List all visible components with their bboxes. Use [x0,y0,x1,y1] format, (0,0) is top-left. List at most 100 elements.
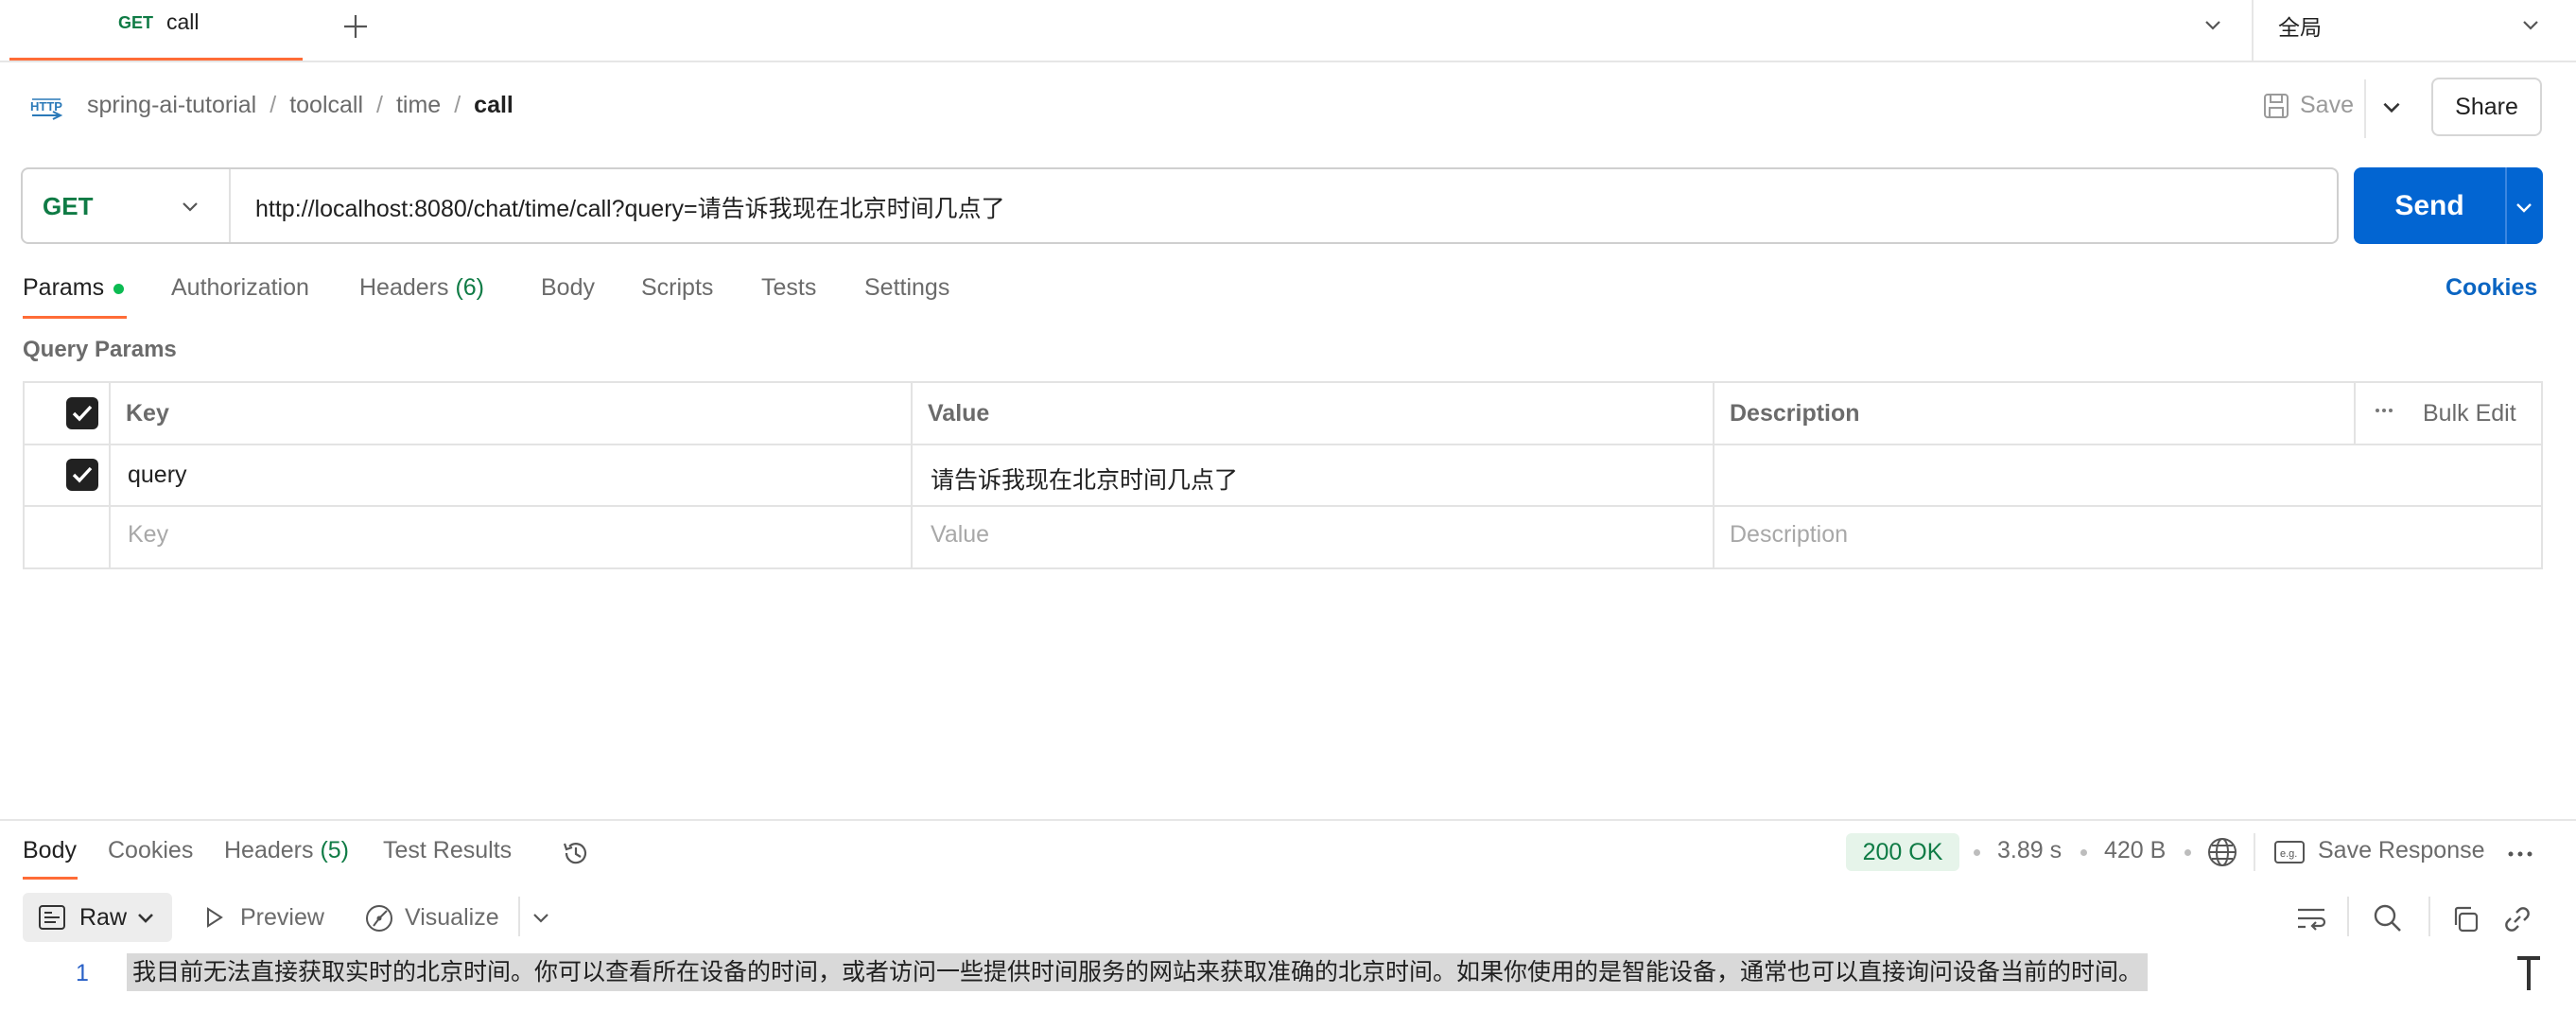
raw-format-icon [38,904,66,931]
tab-scripts[interactable]: Scripts [641,274,713,302]
preview-button[interactable]: Preview [240,904,324,932]
divider [2347,897,2349,936]
divider [1713,383,1714,567]
breadcrumb-current[interactable]: call [474,92,513,118]
query-params-table: Key Value Description Bulk Edit query 请告… [23,381,2543,569]
select-all-checkbox[interactable] [66,397,98,429]
method-select[interactable]: GET [23,169,231,242]
divider [25,505,2541,507]
http-request-icon: HTTP [28,92,64,124]
divider [518,897,520,936]
column-header-description: Description [1730,400,1860,427]
new-value-input[interactable]: Value [931,521,989,549]
cookies-link[interactable]: Cookies [2445,274,2537,302]
response-body-line[interactable]: 我目前无法直接获取实时的北京时间。你可以查看所在设备的时间，或者访问一些提供时间… [127,953,2149,991]
svg-text:HTTP: HTTP [30,99,62,113]
visualize-icon [363,902,395,934]
response-tab-headers[interactable]: Headers (5) [224,837,349,864]
environment-chevron-down-icon[interactable] [2519,13,2542,36]
separator-dot [1974,849,1980,856]
search-icon[interactable] [2372,902,2404,934]
tab-tests[interactable]: Tests [761,274,816,302]
query-params-title: Query Params [23,337,177,362]
save-options-chevron-down-icon[interactable] [2379,95,2404,119]
more-options-icon[interactable] [2506,848,2534,860]
response-tab-body[interactable]: Body [23,837,77,864]
save-button[interactable]: Save [2300,92,2354,119]
link-icon[interactable] [2502,904,2532,934]
visualize-button[interactable]: Visualize [405,904,499,932]
request-tab-method: GET [118,13,154,32]
chevron-down-icon [179,195,201,218]
divider [2505,167,2507,244]
tab-params[interactable]: Params [23,274,104,302]
tab-headers-label: Headers [359,274,449,301]
visualize-options-chevron-down-icon[interactable] [530,906,552,929]
tab-headers[interactable]: Headers (6) [359,274,484,302]
raw-format-select[interactable]: Raw [23,893,172,942]
param-key[interactable]: query [128,462,187,489]
divider [25,444,2541,445]
active-tab-underline [23,877,78,880]
method-label: GET [43,192,94,220]
text-cursor-icon [2515,955,2542,993]
divider [109,383,111,567]
raw-format-label: Raw [79,904,128,931]
response-size: 420 B [2104,837,2167,863]
share-button[interactable]: Share [2431,78,2542,136]
request-tab[interactable]: GET call [9,0,303,61]
send-button[interactable]: Send [2354,167,2505,244]
breadcrumb-item[interactable]: time [396,92,441,118]
response-tab-headers-count: (5) [320,837,350,863]
response-tab-headers-label: Headers [224,837,314,863]
tabs-chevron-down-icon[interactable] [2202,13,2224,36]
environment-selector-label[interactable]: 全局 [2278,9,2322,42]
divider [2252,0,2254,61]
response-divider [0,819,2576,821]
breadcrumb-item[interactable]: toolcall [289,92,363,118]
history-icon[interactable] [559,836,593,870]
play-icon [200,904,227,931]
chevron-down-icon [134,906,157,929]
tab-authorization[interactable]: Authorization [171,274,309,302]
params-active-dot [113,284,124,294]
new-tab-plus-icon[interactable] [337,8,374,45]
response-tab-test-results[interactable]: Test Results [383,837,512,864]
breadcrumb-item[interactable]: spring-ai-tutorial [87,92,256,118]
status-badge: 200 OK [1846,833,1959,871]
more-options-icon[interactable] [2374,396,2394,425]
request-tab-name: call [166,9,200,34]
new-description-input[interactable]: Description [1730,521,1848,549]
line-number: 1 [76,960,89,986]
wrap-lines-icon[interactable] [2294,902,2328,934]
tab-body[interactable]: Body [541,274,595,302]
save-icon[interactable] [2261,91,2291,121]
send-options-chevron-down-icon[interactable] [2513,196,2535,218]
column-header-key: Key [126,400,169,427]
response-tab-cookies[interactable]: Cookies [108,837,193,864]
bulk-edit-button[interactable]: Bulk Edit [2423,400,2516,427]
new-key-input[interactable]: Key [128,521,168,549]
url-input[interactable]: http://localhost:8080/chat/time/call?que… [255,190,1005,224]
tab-headers-count: (6) [455,274,485,301]
breadcrumb-separator: / [376,92,383,118]
divider [2354,383,2356,444]
divider [2364,79,2366,138]
save-response-button[interactable]: Save Response [2318,837,2485,864]
globe-icon[interactable] [2205,835,2239,869]
response-time: 3.89 s [1997,837,2063,863]
active-tab-underline [23,316,127,319]
breadcrumb-separator: / [270,92,277,118]
tab-bar [0,0,2576,62]
separator-dot [2184,849,2191,856]
row-enabled-checkbox[interactable] [66,459,98,491]
copy-icon[interactable] [2450,904,2480,934]
send-button-group: Send [2354,167,2543,244]
divider [2254,833,2255,871]
tab-settings[interactable]: Settings [864,274,949,302]
divider [911,383,913,567]
separator-dot [2080,849,2087,856]
column-header-value: Value [928,400,990,427]
param-value[interactable]: 请告诉我现在北京时间几点了 [931,462,1238,496]
save-response-icon[interactable]: e.g. [2273,838,2306,866]
